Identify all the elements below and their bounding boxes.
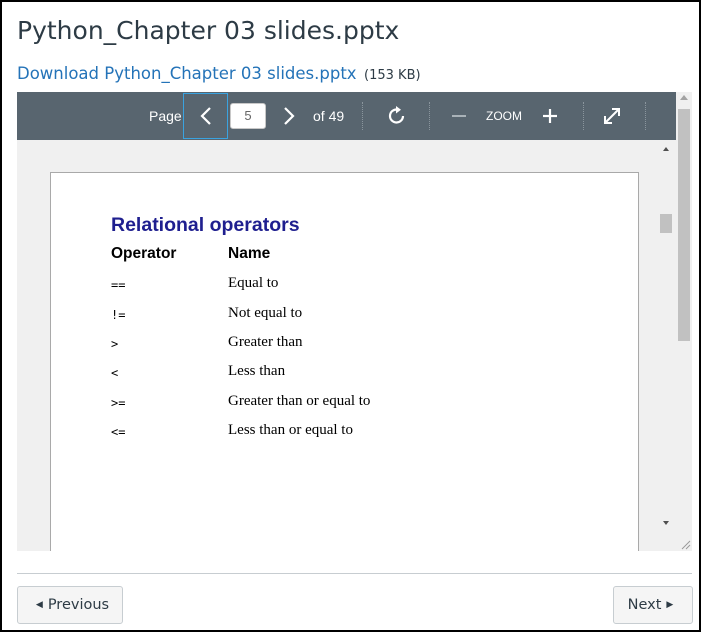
chevron-right-icon (284, 107, 295, 125)
operator-column-header: Operator (111, 245, 177, 262)
next-button-label: Next (627, 597, 662, 613)
previous-button-label: Previous (47, 597, 110, 613)
operator-name: Less than (228, 363, 286, 379)
caret-left-icon: ◀ (35, 600, 43, 610)
caret-right-icon: ▶ (666, 600, 674, 610)
operator-name: Equal to (228, 275, 279, 291)
rotate-button[interactable] (383, 102, 411, 130)
fullscreen-icon (604, 108, 620, 124)
page-total-label: of 49 (313, 108, 345, 124)
toolbar-divider (645, 102, 646, 130)
operator-name: Greater than (228, 334, 303, 350)
next-button[interactable]: Next ▶ (613, 586, 693, 624)
slide-page: Relational operators Operator Name == Eq… (50, 172, 639, 551)
scroll-up-arrow-icon[interactable] (680, 95, 688, 100)
operator-symbol: > (111, 337, 119, 351)
slide-title: Relational operators (111, 214, 300, 236)
viewer-scrollbar-thumb[interactable] (678, 109, 690, 341)
page-title: Python_Chapter 03 slides.pptx (17, 16, 400, 45)
scroll-up-arrow-icon[interactable] (663, 147, 669, 151)
toolbar-divider (362, 102, 363, 130)
zoom-out-icon (452, 115, 466, 117)
toolbar-divider (583, 102, 584, 130)
download-line: Download Python_Chapter 03 slides.pptx (… (17, 64, 421, 84)
footer-divider (17, 573, 692, 574)
name-column-header: Name (228, 245, 271, 262)
operator-name: Less than or equal to (228, 422, 353, 438)
operator-name: Greater than or equal to (228, 393, 371, 409)
page-number-input[interactable]: 5 (230, 103, 266, 129)
viewer-toolbar: Page 5 of 49 ZOOM (17, 92, 676, 140)
zoom-in-icon (543, 109, 557, 123)
operator-symbol: >= (111, 396, 126, 410)
fullscreen-button[interactable] (600, 104, 624, 128)
operator-symbol: <= (111, 425, 126, 439)
resize-grip-icon[interactable] (679, 538, 691, 550)
previous-button[interactable]: ◀ Previous (17, 586, 123, 624)
slide-scrollbar[interactable] (658, 140, 676, 551)
rotate-icon (388, 106, 405, 124)
next-page-button[interactable] (276, 98, 302, 134)
viewer-scrollbar[interactable] (676, 92, 692, 551)
operator-symbol: == (111, 278, 126, 292)
page-label: Page (149, 108, 182, 124)
document-viewer: Page 5 of 49 ZOOM Relational operators O… (17, 92, 692, 551)
chevron-left-icon (199, 107, 211, 125)
operator-symbol: != (111, 308, 126, 322)
operator-name: Not equal to (228, 305, 303, 321)
file-size: (153 KB) (364, 68, 421, 83)
zoom-label: ZOOM (486, 109, 522, 123)
toolbar-divider (429, 102, 430, 130)
download-link[interactable]: Download Python_Chapter 03 slides.pptx (17, 64, 357, 83)
operator-symbol: < (111, 366, 119, 380)
previous-page-button[interactable] (183, 93, 228, 139)
page-frame: Python_Chapter 03 slides.pptx Download P… (0, 0, 701, 632)
scroll-down-arrow-icon[interactable] (663, 521, 669, 525)
slide-scrollbar-thumb[interactable] (660, 214, 672, 233)
zoom-out-button[interactable] (447, 104, 471, 128)
zoom-in-button[interactable] (538, 104, 562, 128)
